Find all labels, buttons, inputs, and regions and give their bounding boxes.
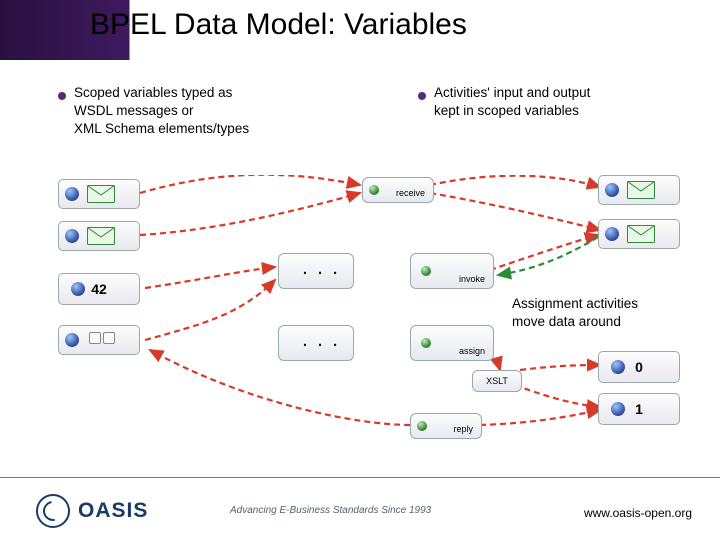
orb-icon: [611, 360, 625, 374]
activity-xslt: XSLT: [472, 370, 522, 392]
ellipsis-icon: . . .: [302, 257, 340, 286]
square-icon: [103, 332, 115, 344]
orb-icon: [605, 227, 619, 241]
message-box: [598, 175, 680, 205]
struct-box: [58, 325, 140, 355]
envelope-icon: [627, 181, 655, 199]
orb-icon: [65, 229, 79, 243]
activity-invoke: invoke: [410, 253, 494, 289]
value-box-0: 0: [598, 351, 680, 383]
diagram-canvas: 42 0 1 receive . . . invoke . . . assign: [0, 175, 720, 455]
left-bullet-text: Scoped variables typed as WSDL messages …: [74, 84, 249, 139]
message-box: [58, 179, 140, 209]
orb-icon: [611, 402, 625, 416]
activity-label: XSLT: [486, 376, 508, 386]
message-box: [598, 219, 680, 249]
value-box-42: 42: [58, 273, 140, 305]
orb-icon: [421, 266, 431, 276]
envelope-icon: [87, 185, 115, 203]
logo-text: OASIS: [78, 499, 148, 523]
orb-icon: [65, 333, 79, 347]
envelope-icon: [627, 225, 655, 243]
envelope-icon: [87, 227, 115, 245]
activity-receive: receive: [362, 177, 434, 203]
value-box-1: 1: [598, 393, 680, 425]
orb-icon: [421, 338, 431, 348]
activity-assign: assign: [410, 325, 494, 361]
activity-reply: reply: [410, 413, 482, 439]
page-title: BPEL Data Model: Variables: [90, 8, 467, 42]
square-icon: [89, 332, 101, 344]
orb-icon: [417, 421, 427, 431]
message-box: [58, 221, 140, 251]
value-label: 42: [91, 281, 107, 297]
caption-assignment: Assignment activities move data around: [512, 295, 638, 330]
activity-label: receive: [396, 188, 425, 198]
activity-label: reply: [453, 424, 473, 434]
footer-tagline: Advancing E-Business Standards Since 199…: [230, 505, 431, 516]
logo-mark-icon: [36, 494, 70, 528]
ellipsis-icon: . . .: [302, 329, 340, 358]
footer-divider: [0, 477, 720, 478]
footer-url: www.oasis-open.org: [584, 506, 692, 520]
activity-ellipsis: . . .: [278, 253, 354, 289]
orb-icon: [605, 183, 619, 197]
right-bullet-text: Activities' input and output kept in sco…: [434, 84, 590, 120]
orb-icon: [369, 185, 379, 195]
bullet-icon: [418, 92, 426, 100]
value-label: 0: [635, 359, 643, 375]
value-label: 1: [635, 401, 643, 417]
orb-icon: [71, 282, 85, 296]
logo: OASIS: [36, 494, 148, 528]
bullet-icon: [58, 92, 66, 100]
activity-label: invoke: [459, 274, 485, 284]
orb-icon: [65, 187, 79, 201]
activity-label: assign: [459, 346, 485, 356]
activity-ellipsis: . . .: [278, 325, 354, 361]
